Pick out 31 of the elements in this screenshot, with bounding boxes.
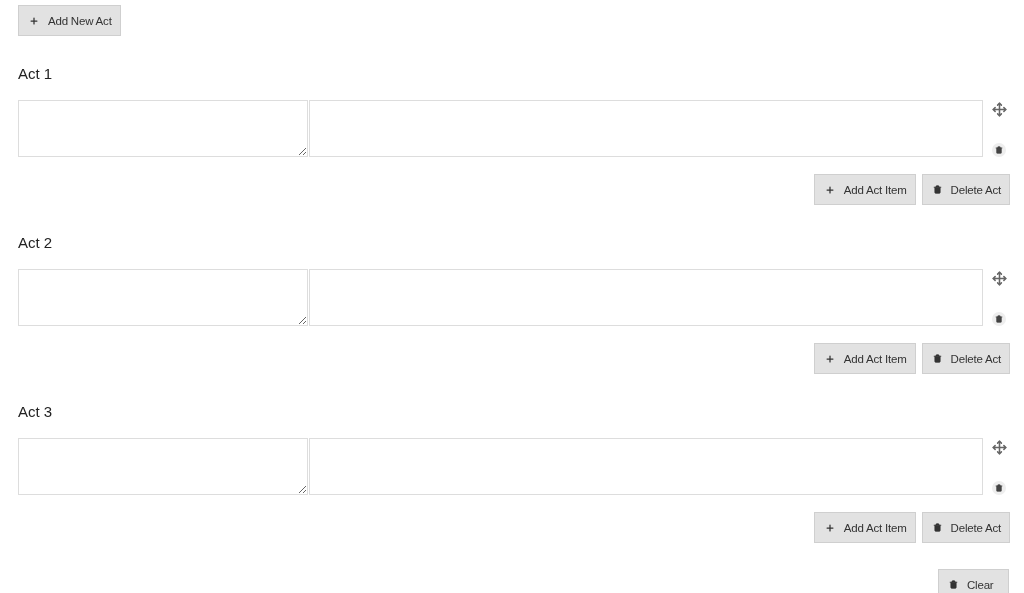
trash-icon[interactable] [992, 481, 1007, 495]
input-field[interactable] [18, 100, 309, 157]
plus-icon [29, 15, 39, 26]
input-field[interactable] [309, 100, 984, 157]
add-act-item-button[interactable]: Add Act Item [813, 174, 916, 205]
trash-icon [932, 354, 942, 363]
input-field[interactable] [18, 438, 309, 495]
trash-icon[interactable] [992, 312, 1007, 326]
input-field[interactable] [309, 438, 984, 495]
trash-icon [932, 185, 942, 194]
act-title: Act 2 [18, 233, 54, 253]
add-act-item-button[interactable]: Add Act Item [813, 343, 916, 374]
plus-icon [824, 353, 835, 364]
clear-button[interactable]: Clear [938, 569, 1009, 593]
delete-act-button[interactable]: Delete Act [921, 512, 1010, 543]
add-act-button[interactable]: Add New Act [18, 5, 121, 36]
plus-icon [824, 184, 835, 195]
input-field[interactable] [18, 269, 309, 326]
trash-icon [949, 580, 958, 589]
move-icon[interactable] [991, 271, 1007, 286]
plus-icon [824, 522, 835, 533]
input-field[interactable] [309, 269, 984, 326]
move-icon[interactable] [991, 440, 1007, 455]
delete-act-button[interactable]: Delete Act [921, 174, 1010, 205]
move-icon[interactable] [991, 102, 1007, 117]
act-title: Act 3 [18, 402, 54, 422]
add-act-item-button[interactable]: Add Act Item [813, 512, 916, 543]
delete-act-button[interactable]: Delete Act [921, 343, 1010, 374]
trash-icon [932, 523, 942, 532]
act-title: Act 1 [18, 64, 54, 84]
trash-icon[interactable] [992, 143, 1007, 157]
